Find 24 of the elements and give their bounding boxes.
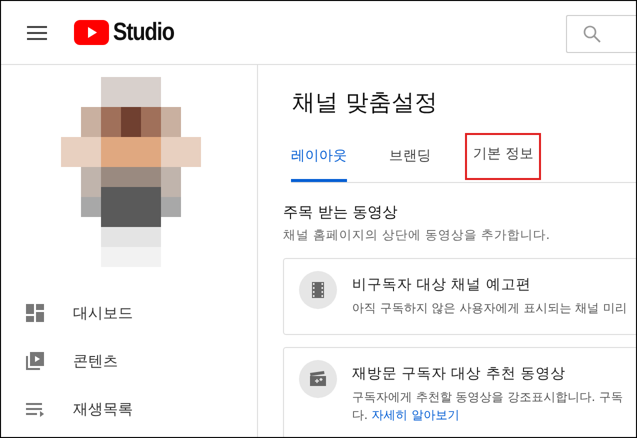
- sidebar-item[interactable]: 대시보드: [73, 304, 133, 322]
- page-title: 채널 맞춤설정: [292, 89, 438, 118]
- card-description: 아직 구독하지 않은 사용자에게 표시되는 채널 미리: [352, 300, 627, 317]
- card-description: 구독자에게 추천할 동영상을 강조표시합니다. 구독 다. 자세히 알아보기: [352, 389, 624, 424]
- clapper-icon: [299, 360, 337, 398]
- section-description: 채널 홈페이지의 상단에 동영상을 추가합니다.: [283, 227, 551, 244]
- dashboard-icon: [26, 304, 44, 322]
- play-logo-icon: [74, 20, 109, 45]
- tab[interactable]: 브랜딩: [389, 147, 431, 182]
- search-field[interactable]: [566, 14, 636, 52]
- search-icon: [583, 24, 601, 42]
- sidebar-item[interactable]: 재생목록: [73, 400, 133, 418]
- learn-more-link[interactable]: 자세히 알아보기: [372, 408, 460, 422]
- content-icon: [26, 352, 44, 370]
- playlist-icon: [26, 400, 44, 418]
- tab[interactable]: 레이아웃: [291, 147, 347, 182]
- sidebar-item[interactable]: 콘텐츠: [73, 352, 118, 370]
- tab[interactable]: 기본 정보: [467, 135, 540, 178]
- film-icon: [299, 271, 337, 309]
- logo-text: Studio: [113, 18, 174, 47]
- section-title: 주목 받는 동영상: [283, 203, 399, 222]
- card-title: 재방문 구독자 대상 추천 동영상: [352, 365, 566, 383]
- menu-icon[interactable]: [27, 26, 47, 40]
- card-title: 비구독자 대상 채널 예고편: [352, 276, 532, 294]
